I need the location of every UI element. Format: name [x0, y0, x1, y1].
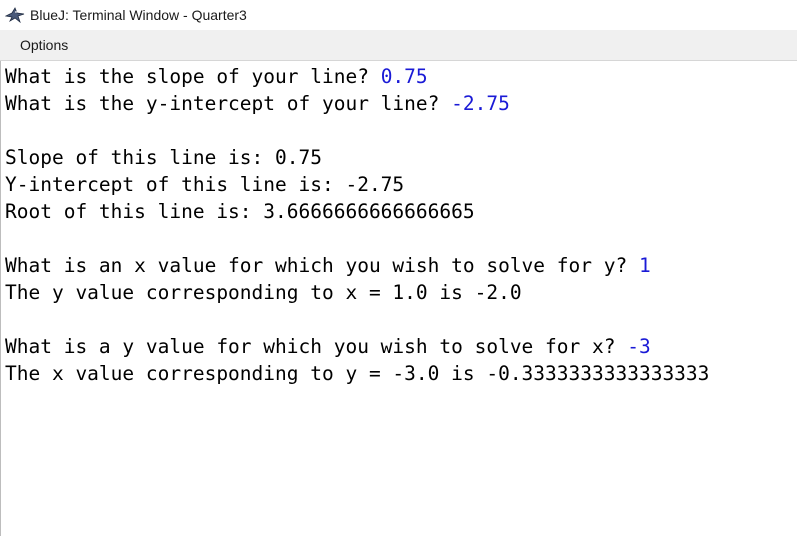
terminal-line: What is the y-intercept of your line? -2… — [5, 90, 709, 117]
terminal-line: The x value corresponding to y = -3.0 is… — [5, 360, 709, 387]
window-title: BlueJ: Terminal Window - Quarter3 — [30, 7, 247, 23]
terminal-line: Slope of this line is: 0.75 — [5, 144, 709, 171]
menu-bar: Options — [0, 30, 797, 61]
terminal-output[interactable]: What is the slope of your line? 0.75 What… — [0, 61, 797, 536]
terminal-output-text: The y value corresponding to x = 1.0 is … — [5, 281, 522, 304]
terminal-line: What is a y value for which you wish to … — [5, 333, 709, 360]
terminal-line: Root of this line is: 3.6666666666666665 — [5, 198, 709, 225]
terminal-line: The y value corresponding to x = 1.0 is … — [5, 279, 709, 306]
menu-options[interactable]: Options — [12, 30, 76, 60]
terminal-user-input: -3 — [627, 335, 651, 358]
terminal-user-input: 0.75 — [380, 65, 428, 88]
bluej-bird-icon — [4, 6, 26, 24]
terminal-output-text: What is the y-intercept of your line? — [5, 92, 452, 115]
terminal-output-text: What is the slope of your line? — [5, 65, 381, 88]
terminal-user-input: -2.75 — [451, 92, 510, 115]
terminal-output-text: What is a y value for which you wish to … — [5, 335, 628, 358]
terminal-output-text: Root of this line is: 3.6666666666666665 — [5, 200, 475, 223]
terminal-user-input: 1 — [638, 254, 651, 277]
terminal-lines: What is the slope of your line? 0.75 What… — [5, 63, 709, 387]
terminal-output-text: Y-intercept of this line is: -2.75 — [5, 173, 405, 196]
terminal-line: What is an x value for which you wish to… — [5, 252, 709, 279]
terminal-output-text: Slope of this line is: 0.75 — [5, 146, 322, 169]
terminal-output-text: What is an x value for which you wish to… — [5, 254, 639, 277]
terminal-line: What is the slope of your line? 0.75 — [5, 63, 709, 90]
title-bar: BlueJ: Terminal Window - Quarter3 — [0, 0, 797, 30]
terminal-output-text: The x value corresponding to y = -3.0 is… — [5, 362, 710, 385]
terminal-line: Y-intercept of this line is: -2.75 — [5, 171, 709, 198]
